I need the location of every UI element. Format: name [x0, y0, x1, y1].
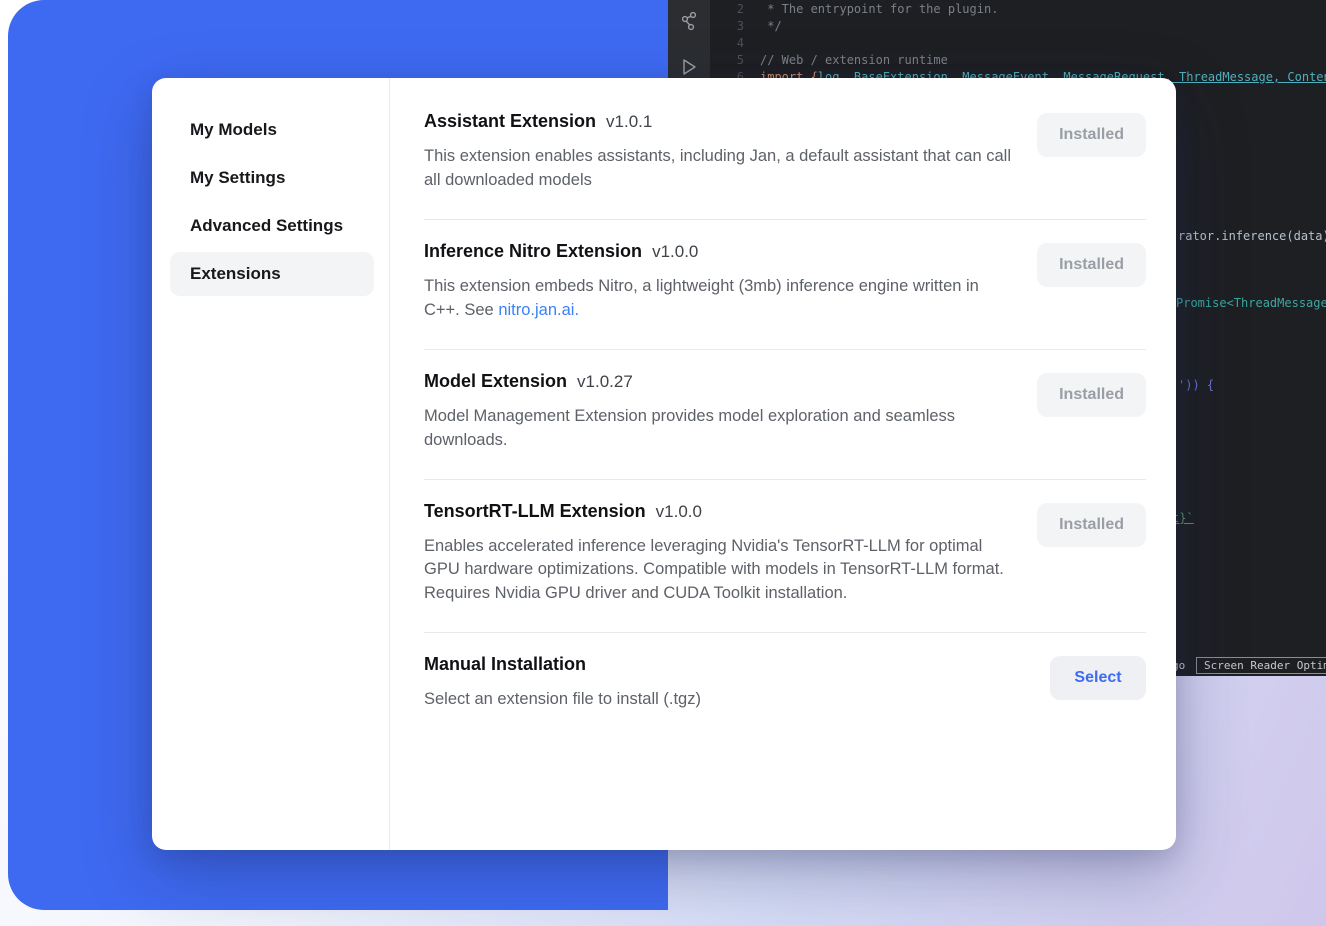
extension-version: v1.0.0: [652, 242, 698, 261]
extension-row-inference-nitro: Inference Nitro Extension v1.0.0 This ext…: [424, 220, 1146, 350]
manual-installation-title: Manual Installation: [424, 654, 586, 674]
extension-description: Model Management Extension provides mode…: [424, 405, 1012, 453]
extension-info: Model Extension v1.0.27 Model Management …: [424, 371, 1012, 453]
code-line: 4: [710, 35, 1326, 52]
extension-row-assistant: Assistant Extension v1.0.1 This extension…: [424, 90, 1146, 220]
extension-info: Assistant Extension v1.0.1 This extension…: [424, 111, 1012, 193]
extension-version: v1.0.27: [577, 372, 633, 391]
installed-button[interactable]: Installed: [1037, 503, 1146, 547]
extension-title: Model Extension: [424, 371, 567, 391]
sidebar-item-my-settings[interactable]: My Settings: [170, 156, 374, 200]
extension-description: Enables accelerated inference leveraging…: [424, 535, 1012, 607]
line-number: 4: [710, 35, 744, 52]
code-line: 5 // Web / extension runtime: [710, 52, 1326, 69]
extension-info: TensortRT-LLM Extension v1.0.0 Enables ac…: [424, 501, 1012, 607]
extension-row-tensorrt-llm: TensortRT-LLM Extension v1.0.0 Enables ac…: [424, 480, 1146, 634]
installed-button[interactable]: Installed: [1037, 113, 1146, 157]
extension-title: TensortRT-LLM Extension: [424, 501, 646, 521]
nitro-jan-ai-link[interactable]: nitro.jan.ai.: [498, 301, 579, 319]
line-number: 3: [710, 18, 744, 35]
sidebar-item-extensions[interactable]: Extensions: [170, 252, 374, 296]
extension-row-model: Model Extension v1.0.27 Model Management …: [424, 350, 1146, 480]
code-line: 2 * The entrypoint for the plugin.: [710, 1, 1326, 18]
code-comment: */: [760, 18, 782, 35]
extension-info: Manual Installation Select an extension …: [424, 654, 701, 712]
editor-code-area: 2 * The entrypoint for the plugin. 3 */ …: [710, 1, 1326, 86]
run-cursor-icon[interactable]: [678, 56, 700, 78]
code-fragment: rator.inference(data));: [1178, 229, 1326, 243]
git-fork-icon[interactable]: [678, 10, 700, 32]
code-fragment: Promise<ThreadMessage>: [1176, 296, 1326, 310]
manual-installation-row: Manual Installation Select an extension …: [424, 633, 1146, 738]
extension-version: v1.0.1: [606, 112, 652, 131]
extension-info: Inference Nitro Extension v1.0.0 This ext…: [424, 241, 1012, 323]
extensions-panel: Assistant Extension v1.0.1 This extension…: [390, 78, 1176, 850]
line-number: 2: [710, 1, 744, 18]
extension-title: Inference Nitro Extension: [424, 241, 642, 261]
code-fragment: ')) {: [1178, 378, 1214, 392]
extension-description: This extension enables assistants, inclu…: [424, 145, 1012, 193]
extension-description: This extension embeds Nitro, a lightweig…: [424, 275, 1012, 323]
code-comment: * The entrypoint for the plugin.: [760, 1, 998, 18]
settings-sidebar: My Models My Settings Advanced Settings …: [152, 78, 390, 850]
extension-version: v1.0.0: [656, 502, 702, 521]
select-file-button[interactable]: Select: [1050, 656, 1146, 700]
screen-reader-optimized-badge[interactable]: Screen Reader Optimized: [1196, 657, 1326, 674]
code-comment: // Web / extension runtime: [760, 52, 948, 69]
code-line: 3 */: [710, 18, 1326, 35]
manual-installation-description: Select an extension file to install (.tg…: [424, 688, 701, 712]
sidebar-item-my-models[interactable]: My Models: [170, 108, 374, 152]
installed-button[interactable]: Installed: [1037, 373, 1146, 417]
extension-title: Assistant Extension: [424, 111, 596, 131]
sidebar-item-advanced-settings[interactable]: Advanced Settings: [170, 204, 374, 248]
settings-modal: My Models My Settings Advanced Settings …: [152, 78, 1176, 850]
installed-button[interactable]: Installed: [1037, 243, 1146, 287]
line-number: 5: [710, 52, 744, 69]
